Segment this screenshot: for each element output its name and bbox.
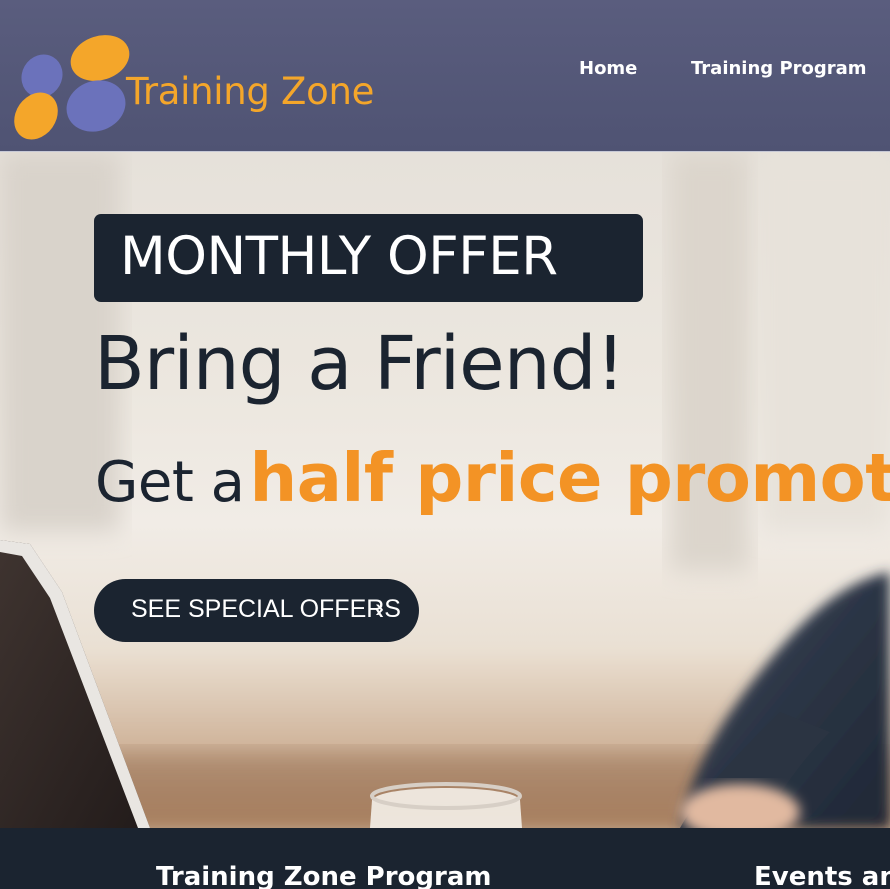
program-section: Training Zone Program Events and [0,828,890,889]
promo-prefix: Get a [95,450,245,515]
page: Training Zone Home Training Program MONT… [0,0,890,889]
promo-highlight: half price promotion [249,439,890,517]
see-special-offers-button[interactable]: SEE SPECIAL OFFERS › [94,579,419,642]
nav-link-home[interactable]: Home [579,58,637,79]
training-zone-program-heading: Training Zone Program [156,862,492,889]
chevron-right-icon: › [375,593,384,623]
monthly-offer-label: MONTHLY OFFER [120,226,558,287]
hero-banner: MONTHLY OFFER Bring a Friend! Get a half… [0,152,890,828]
site-header: Training Zone Home Training Program [0,0,890,152]
hero-headline: Bring a Friend! [94,321,625,407]
nav-link-training-program[interactable]: Training Program [691,58,867,79]
monthly-offer-badge: MONTHLY OFFER [94,214,643,302]
promo-line: Get a half price promotion [95,439,890,517]
events-heading: Events and [754,862,890,889]
main-nav: Home Training Program [0,58,890,88]
logo-shape-orange-bottom [14,92,58,140]
cta-label: SEE SPECIAL OFFERS [131,595,401,623]
